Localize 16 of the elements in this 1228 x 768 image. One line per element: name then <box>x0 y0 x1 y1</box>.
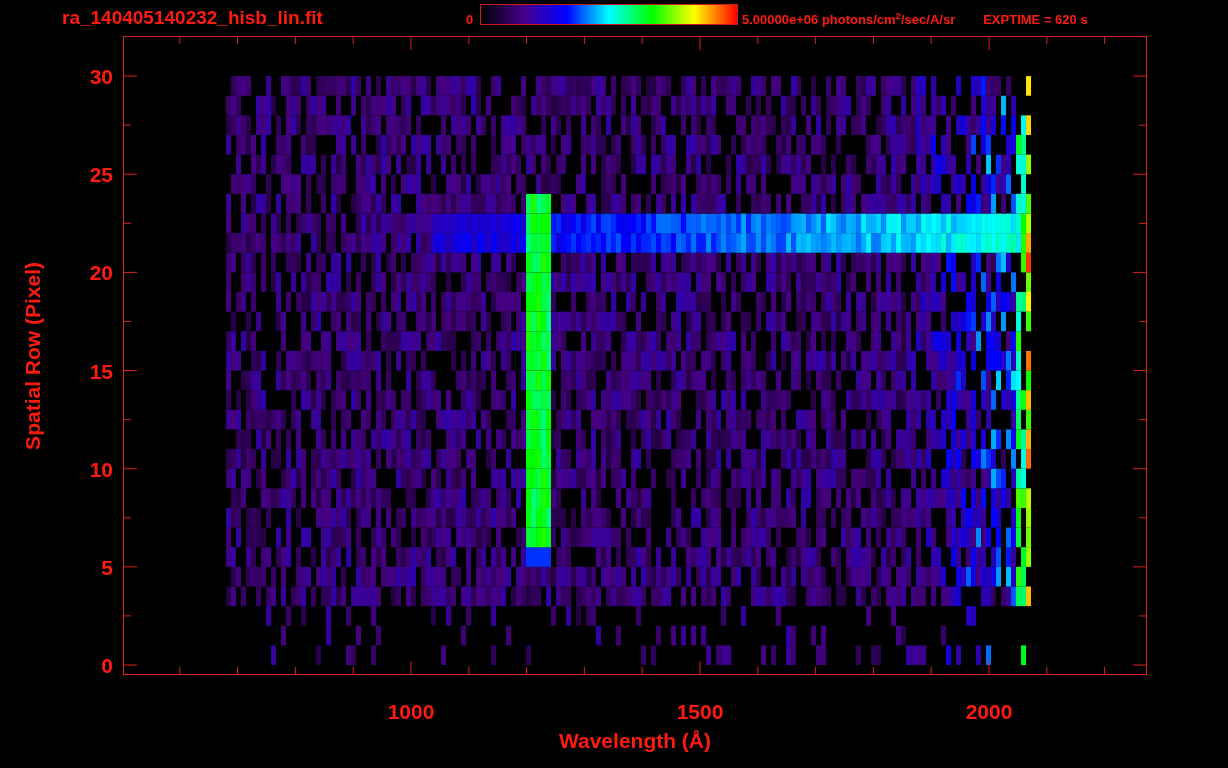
y-tick-label: 30 <box>89 66 113 88</box>
y-tick-label: 0 <box>101 655 113 676</box>
colorbar-min-label: 0 <box>466 11 475 30</box>
exposure-label: EXPTIME = 620 s <box>983 11 1088 30</box>
y-tick-label: 10 <box>89 458 113 480</box>
colorbar-max-label: 5.00000e+06 photons/cm$^{2}$/sec/A/sr <box>742 10 956 30</box>
y-tick-label: 5 <box>101 556 113 578</box>
y-tick-label: 25 <box>89 164 113 186</box>
x-tick-label: 1000 <box>387 701 435 722</box>
file-title: ra_140405140232_hisb_lin.fit <box>62 5 324 30</box>
y-axis-title: Spatial Row (Pixel) <box>20 261 46 450</box>
y-tick-label: 15 <box>89 360 113 382</box>
x-tick-label: 2000 <box>965 701 1013 722</box>
x-axis-title: Wavelength (Å) <box>558 730 712 751</box>
x-tick-label: 1500 <box>676 701 724 722</box>
y-tick-label: 20 <box>89 262 113 284</box>
